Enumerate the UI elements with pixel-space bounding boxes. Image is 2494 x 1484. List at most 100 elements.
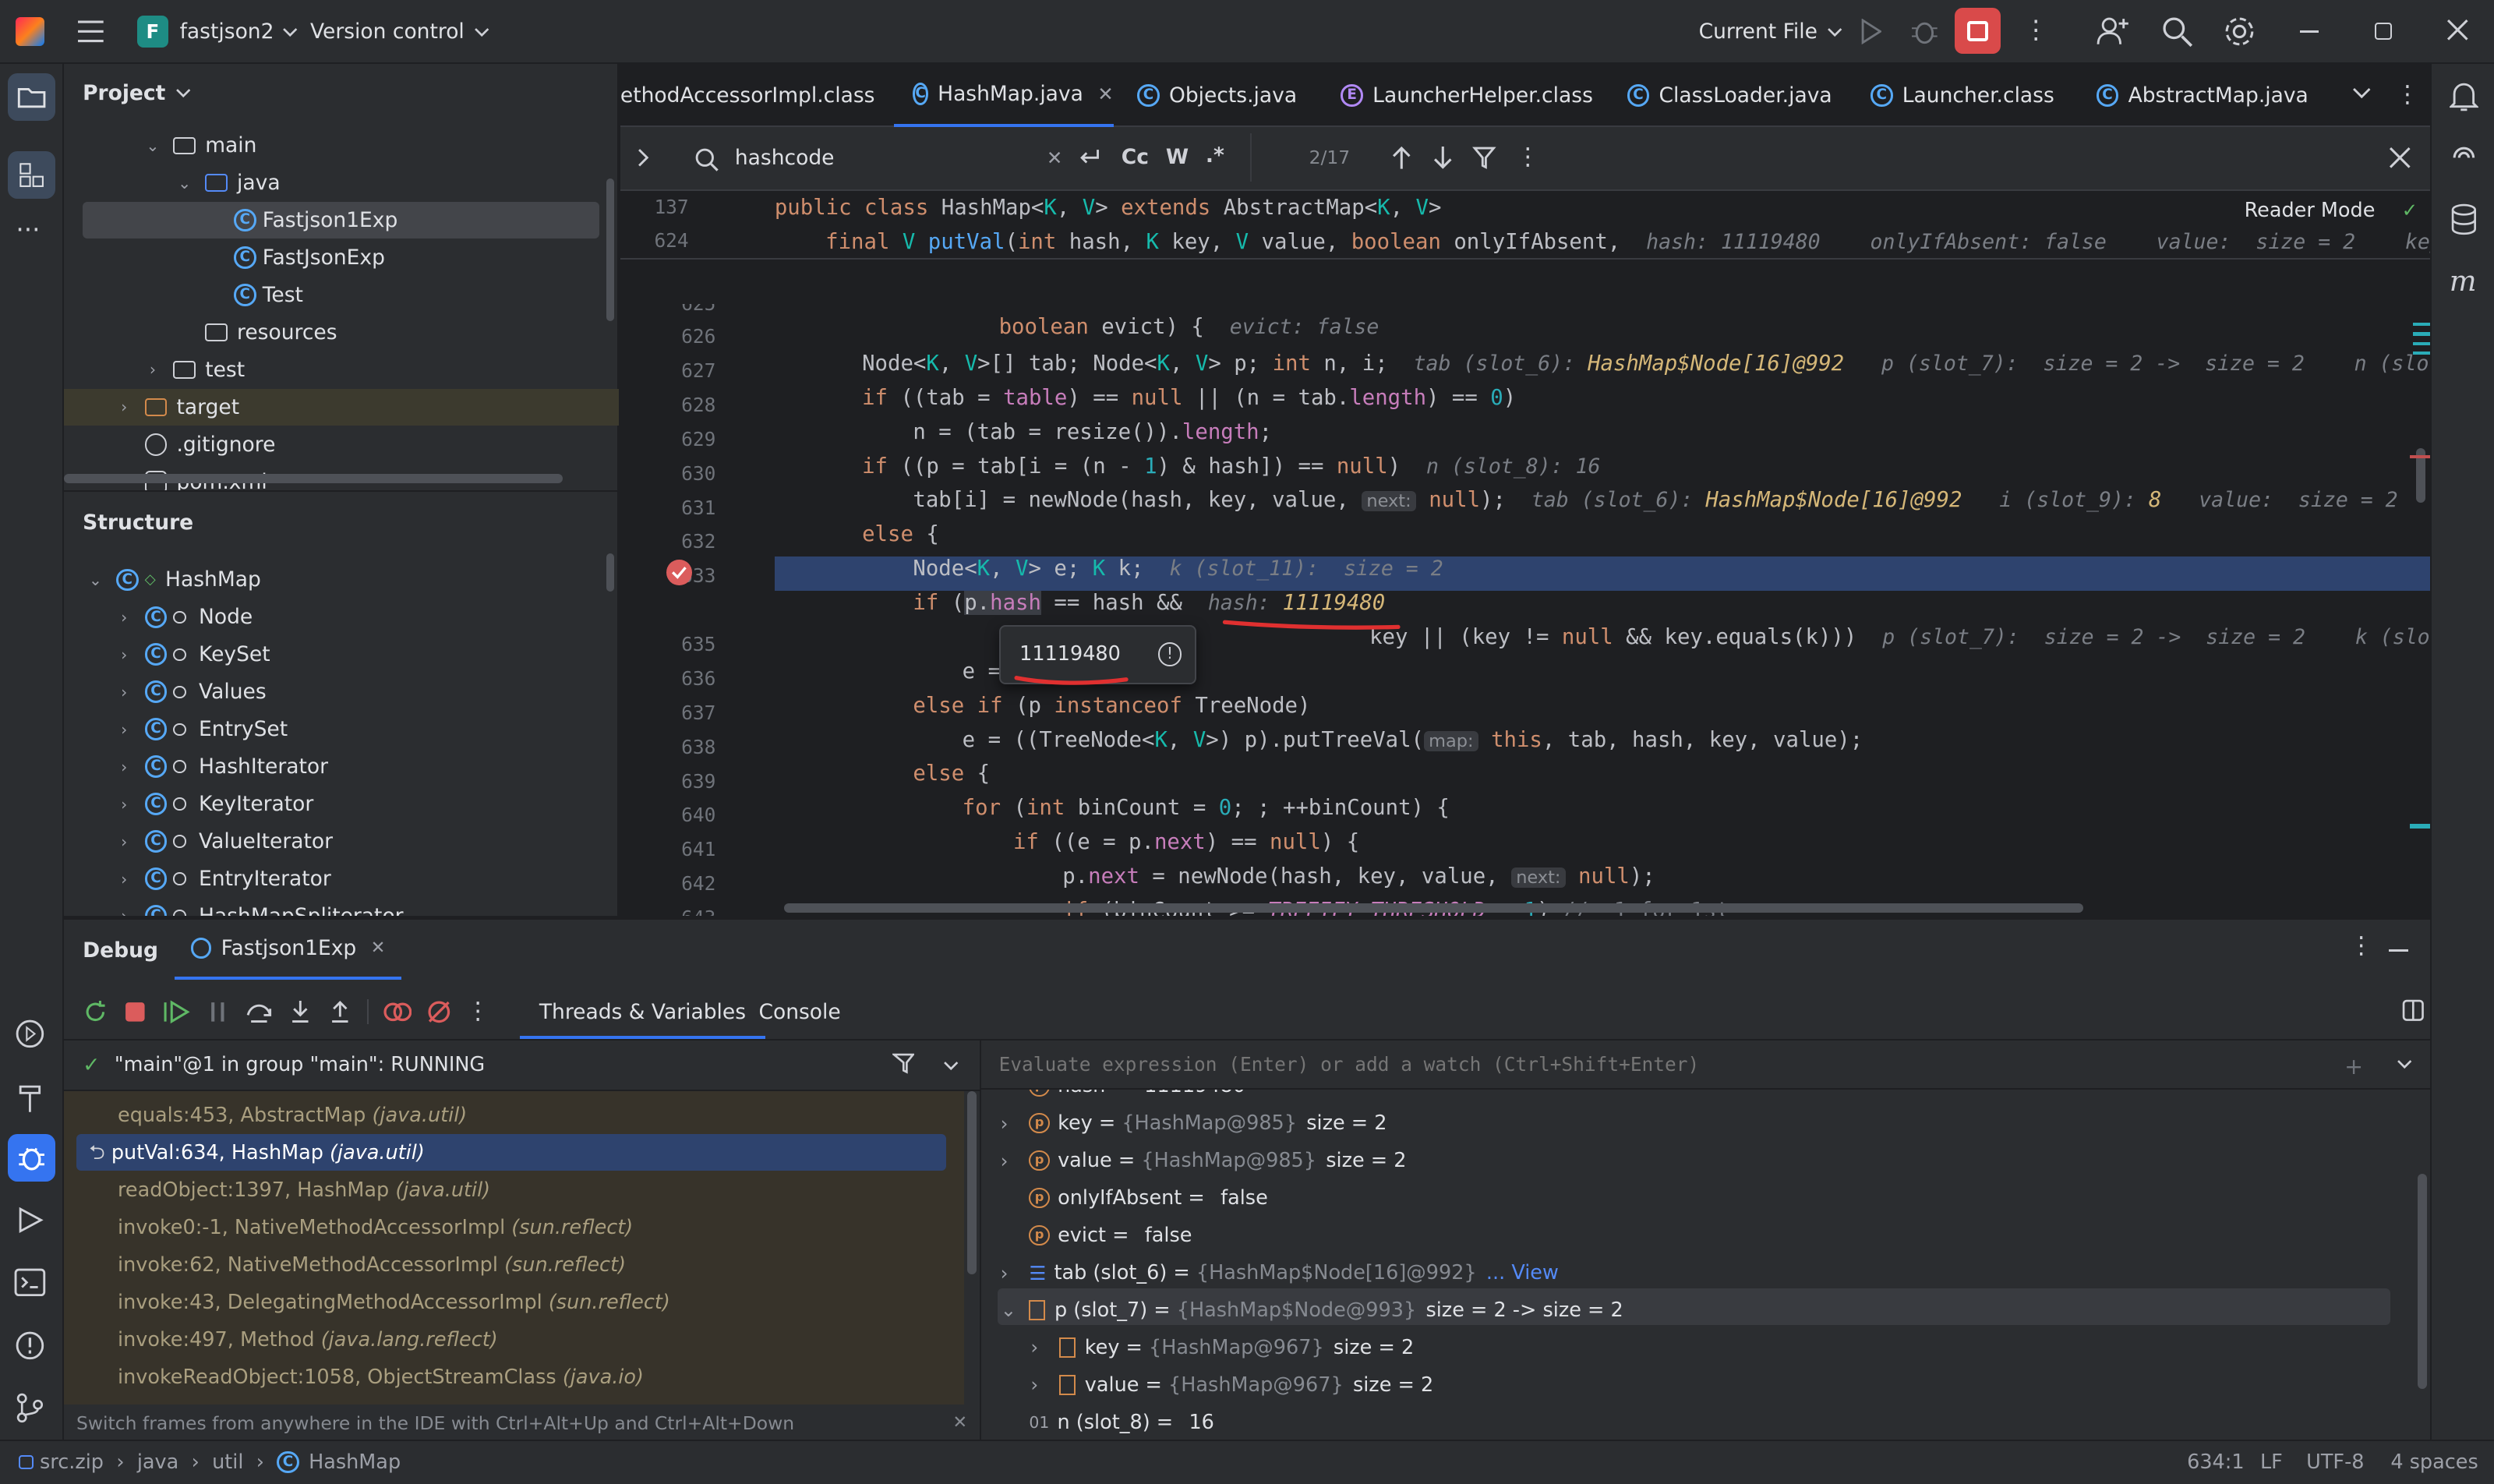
variable-row[interactable]: 01 n (slot_8) = 16 bbox=[1001, 1404, 1214, 1441]
breadcrumb-item[interactable]: util bbox=[212, 1450, 243, 1474]
vertical-scrollbar[interactable] bbox=[2418, 1174, 2428, 1389]
chevron-right-icon[interactable]: › bbox=[1001, 1112, 1030, 1135]
main-menu-icon[interactable] bbox=[76, 19, 105, 44]
regex-toggle[interactable]: .* bbox=[1206, 143, 1224, 168]
tab-threads-variables[interactable]: Threads & Variables bbox=[520, 991, 765, 1039]
debug-tool-button[interactable] bbox=[8, 1134, 56, 1182]
vertical-scrollbar[interactable] bbox=[606, 178, 614, 322]
tab-methodaccessorimpl[interactable]: ethodAccessorImpl.class bbox=[620, 64, 875, 128]
variable-row[interactable]: › p value = {HashMap@985} size = 2 bbox=[1001, 1142, 1407, 1179]
terminal-icon[interactable] bbox=[14, 1268, 46, 1297]
more-tools-icon[interactable]: ··· bbox=[16, 215, 40, 245]
stack-frame[interactable]: invoke:43, DelegatingMethodAccessorImpl … bbox=[118, 1284, 670, 1322]
structure-item[interactable]: › C EntryIterator bbox=[64, 860, 605, 897]
variable-row[interactable]: p evict = false bbox=[1001, 1217, 1192, 1254]
tab-objects-java[interactable]: C Objects.java bbox=[1137, 64, 1297, 128]
reader-mode-button[interactable]: Reader Mode bbox=[2245, 199, 2376, 222]
vertical-scrollbar[interactable] bbox=[966, 1090, 977, 1274]
tab-classloader[interactable]: C ClassLoader.java bbox=[1627, 64, 1832, 128]
search-history-icon[interactable] bbox=[694, 147, 722, 172]
new-line-icon[interactable] bbox=[1077, 145, 1103, 171]
build-hammer-icon[interactable] bbox=[14, 1082, 46, 1114]
tree-item-fastjsonexp[interactable]: C FastJsonExp bbox=[64, 239, 605, 276]
line-separator[interactable]: LF bbox=[2260, 1450, 2283, 1474]
project-selector[interactable]: F fastjson2 bbox=[136, 14, 299, 49]
variable-row[interactable]: p onlyIfAbsent = false bbox=[1001, 1179, 1268, 1217]
structure-item[interactable]: › C KeyIterator bbox=[64, 786, 605, 822]
services-icon[interactable] bbox=[14, 1018, 46, 1050]
caret-position[interactable]: 634:1 bbox=[2187, 1450, 2245, 1474]
run-config-selector[interactable]: Current File bbox=[1699, 14, 1843, 49]
chevron-right-icon[interactable]: › bbox=[1030, 1336, 1059, 1359]
chevron-right-icon[interactable]: › bbox=[1001, 1262, 1030, 1284]
file-encoding[interactable]: UTF-8 bbox=[2306, 1450, 2364, 1474]
search-icon[interactable] bbox=[2161, 16, 2193, 48]
search-input[interactable] bbox=[734, 140, 1037, 175]
chevron-right-icon[interactable]: › bbox=[1001, 1150, 1030, 1172]
stack-frame[interactable]: invoke:497, Method (java.lang.reflect) bbox=[118, 1322, 498, 1359]
close-window-icon[interactable] bbox=[2446, 19, 2469, 41]
structure-item[interactable]: › C HashIterator bbox=[64, 748, 605, 785]
chevron-right-icon[interactable] bbox=[636, 147, 652, 169]
more-vertical-icon[interactable]: ⋮ bbox=[2395, 81, 2419, 108]
variable-row[interactable]: › value = {HashMap@967} size = 2 bbox=[1030, 1366, 1433, 1404]
settings-gear-icon[interactable] bbox=[2222, 14, 2257, 49]
tree-item-gitignore[interactable]: .gitignore bbox=[64, 426, 605, 463]
tab-abstractmap[interactable]: C AbstractMap.java bbox=[2096, 64, 2309, 128]
filter-icon[interactable] bbox=[1471, 145, 1497, 171]
debug-session-tab[interactable]: Fastjson1Exp ✕ bbox=[175, 920, 401, 980]
more-vertical-icon[interactable]: ⋮ bbox=[1516, 143, 1540, 171]
stack-frame[interactable]: invoke:62, NativeMethodAccessorImpl (sun… bbox=[118, 1247, 626, 1284]
sticky-line-class[interactable]: public class HashMap<K, V> extends Abstr… bbox=[775, 191, 1442, 225]
variable-row[interactable]: p hash = 11119480 bbox=[1001, 1089, 1245, 1104]
indent-setting[interactable]: 4 spaces bbox=[2390, 1450, 2478, 1474]
tree-item-main[interactable]: ⌄ main bbox=[64, 127, 605, 164]
close-hint-icon[interactable]: ✕ bbox=[952, 1412, 967, 1433]
match-case-toggle[interactable]: Cc bbox=[1122, 145, 1149, 169]
ai-assistant-icon[interactable] bbox=[2450, 143, 2478, 172]
step-into-icon[interactable] bbox=[288, 999, 313, 1025]
stop-button[interactable] bbox=[1955, 8, 2001, 55]
chevron-down-icon[interactable] bbox=[2397, 1058, 2412, 1070]
stack-frame[interactable]: readObject:1397, HashMap (java.util) bbox=[118, 1172, 490, 1210]
whole-words-toggle[interactable]: W bbox=[1166, 145, 1189, 169]
filter-icon[interactable] bbox=[892, 1053, 915, 1076]
resume-icon[interactable] bbox=[162, 999, 191, 1025]
evaluate-expression-input[interactable] bbox=[986, 1043, 2370, 1085]
breadcrumb-item[interactable]: java bbox=[137, 1450, 178, 1474]
pause-icon[interactable] bbox=[205, 999, 231, 1025]
breadcrumb-item[interactable]: src.zip bbox=[40, 1450, 104, 1474]
tabs-dropdown-icon[interactable] bbox=[2352, 87, 2371, 100]
structure-item[interactable]: › C ValueIterator bbox=[64, 823, 605, 860]
close-find-icon[interactable] bbox=[2389, 147, 2411, 169]
hide-panel-icon[interactable] bbox=[2389, 949, 2408, 952]
chevron-right-icon[interactable]: › bbox=[1030, 1373, 1059, 1396]
run-tool-icon[interactable] bbox=[16, 1206, 44, 1235]
stack-frame[interactable]: ⮌ putVal:634, HashMap (java.util) bbox=[89, 1135, 425, 1172]
tab-hashmap-java[interactable]: C HashMap.java ✕ bbox=[893, 64, 1114, 128]
view-breakpoints-icon[interactable] bbox=[383, 999, 412, 1025]
variable-row[interactable]: › p key = {HashMap@985} size = 2 bbox=[1001, 1104, 1387, 1142]
horizontal-scrollbar[interactable] bbox=[784, 903, 2084, 913]
tree-item-target[interactable]: › target bbox=[63, 388, 619, 426]
tab-launcherhelper[interactable]: E LauncherHelper.class bbox=[1341, 64, 1593, 128]
run-icon[interactable] bbox=[1860, 19, 1882, 45]
add-watch-icon[interactable]: + bbox=[2344, 1053, 2363, 1079]
next-match-arrow-icon[interactable] bbox=[1432, 145, 1454, 171]
add-user-icon[interactable] bbox=[2097, 16, 2128, 48]
restore-icon[interactable] bbox=[2374, 22, 2393, 40]
code-view[interactable]: 625 626 627 628 629 630 631 632 633 635 … bbox=[620, 190, 2431, 916]
more-vertical-icon[interactable]: ⋮ bbox=[2023, 17, 2049, 43]
intellij-logo-icon[interactable] bbox=[16, 17, 45, 47]
rerun-icon[interactable] bbox=[83, 999, 108, 1025]
chevron-down-icon[interactable]: ⌄ bbox=[1001, 1298, 1030, 1321]
thread-selector[interactable]: ✓ "main"@1 in group "main": RUNNING bbox=[63, 1041, 980, 1091]
stop-icon[interactable] bbox=[122, 999, 148, 1025]
tree-item-test-class[interactable]: C Test bbox=[64, 277, 605, 313]
step-out-icon[interactable] bbox=[327, 999, 353, 1025]
tree-item-resources[interactable]: resources bbox=[64, 314, 605, 351]
more-vertical-icon[interactable]: ⋮ bbox=[466, 998, 490, 1025]
git-icon[interactable] bbox=[14, 1392, 46, 1424]
layout-icon[interactable] bbox=[2402, 999, 2425, 1022]
tab-console[interactable]: Console bbox=[758, 991, 840, 1038]
